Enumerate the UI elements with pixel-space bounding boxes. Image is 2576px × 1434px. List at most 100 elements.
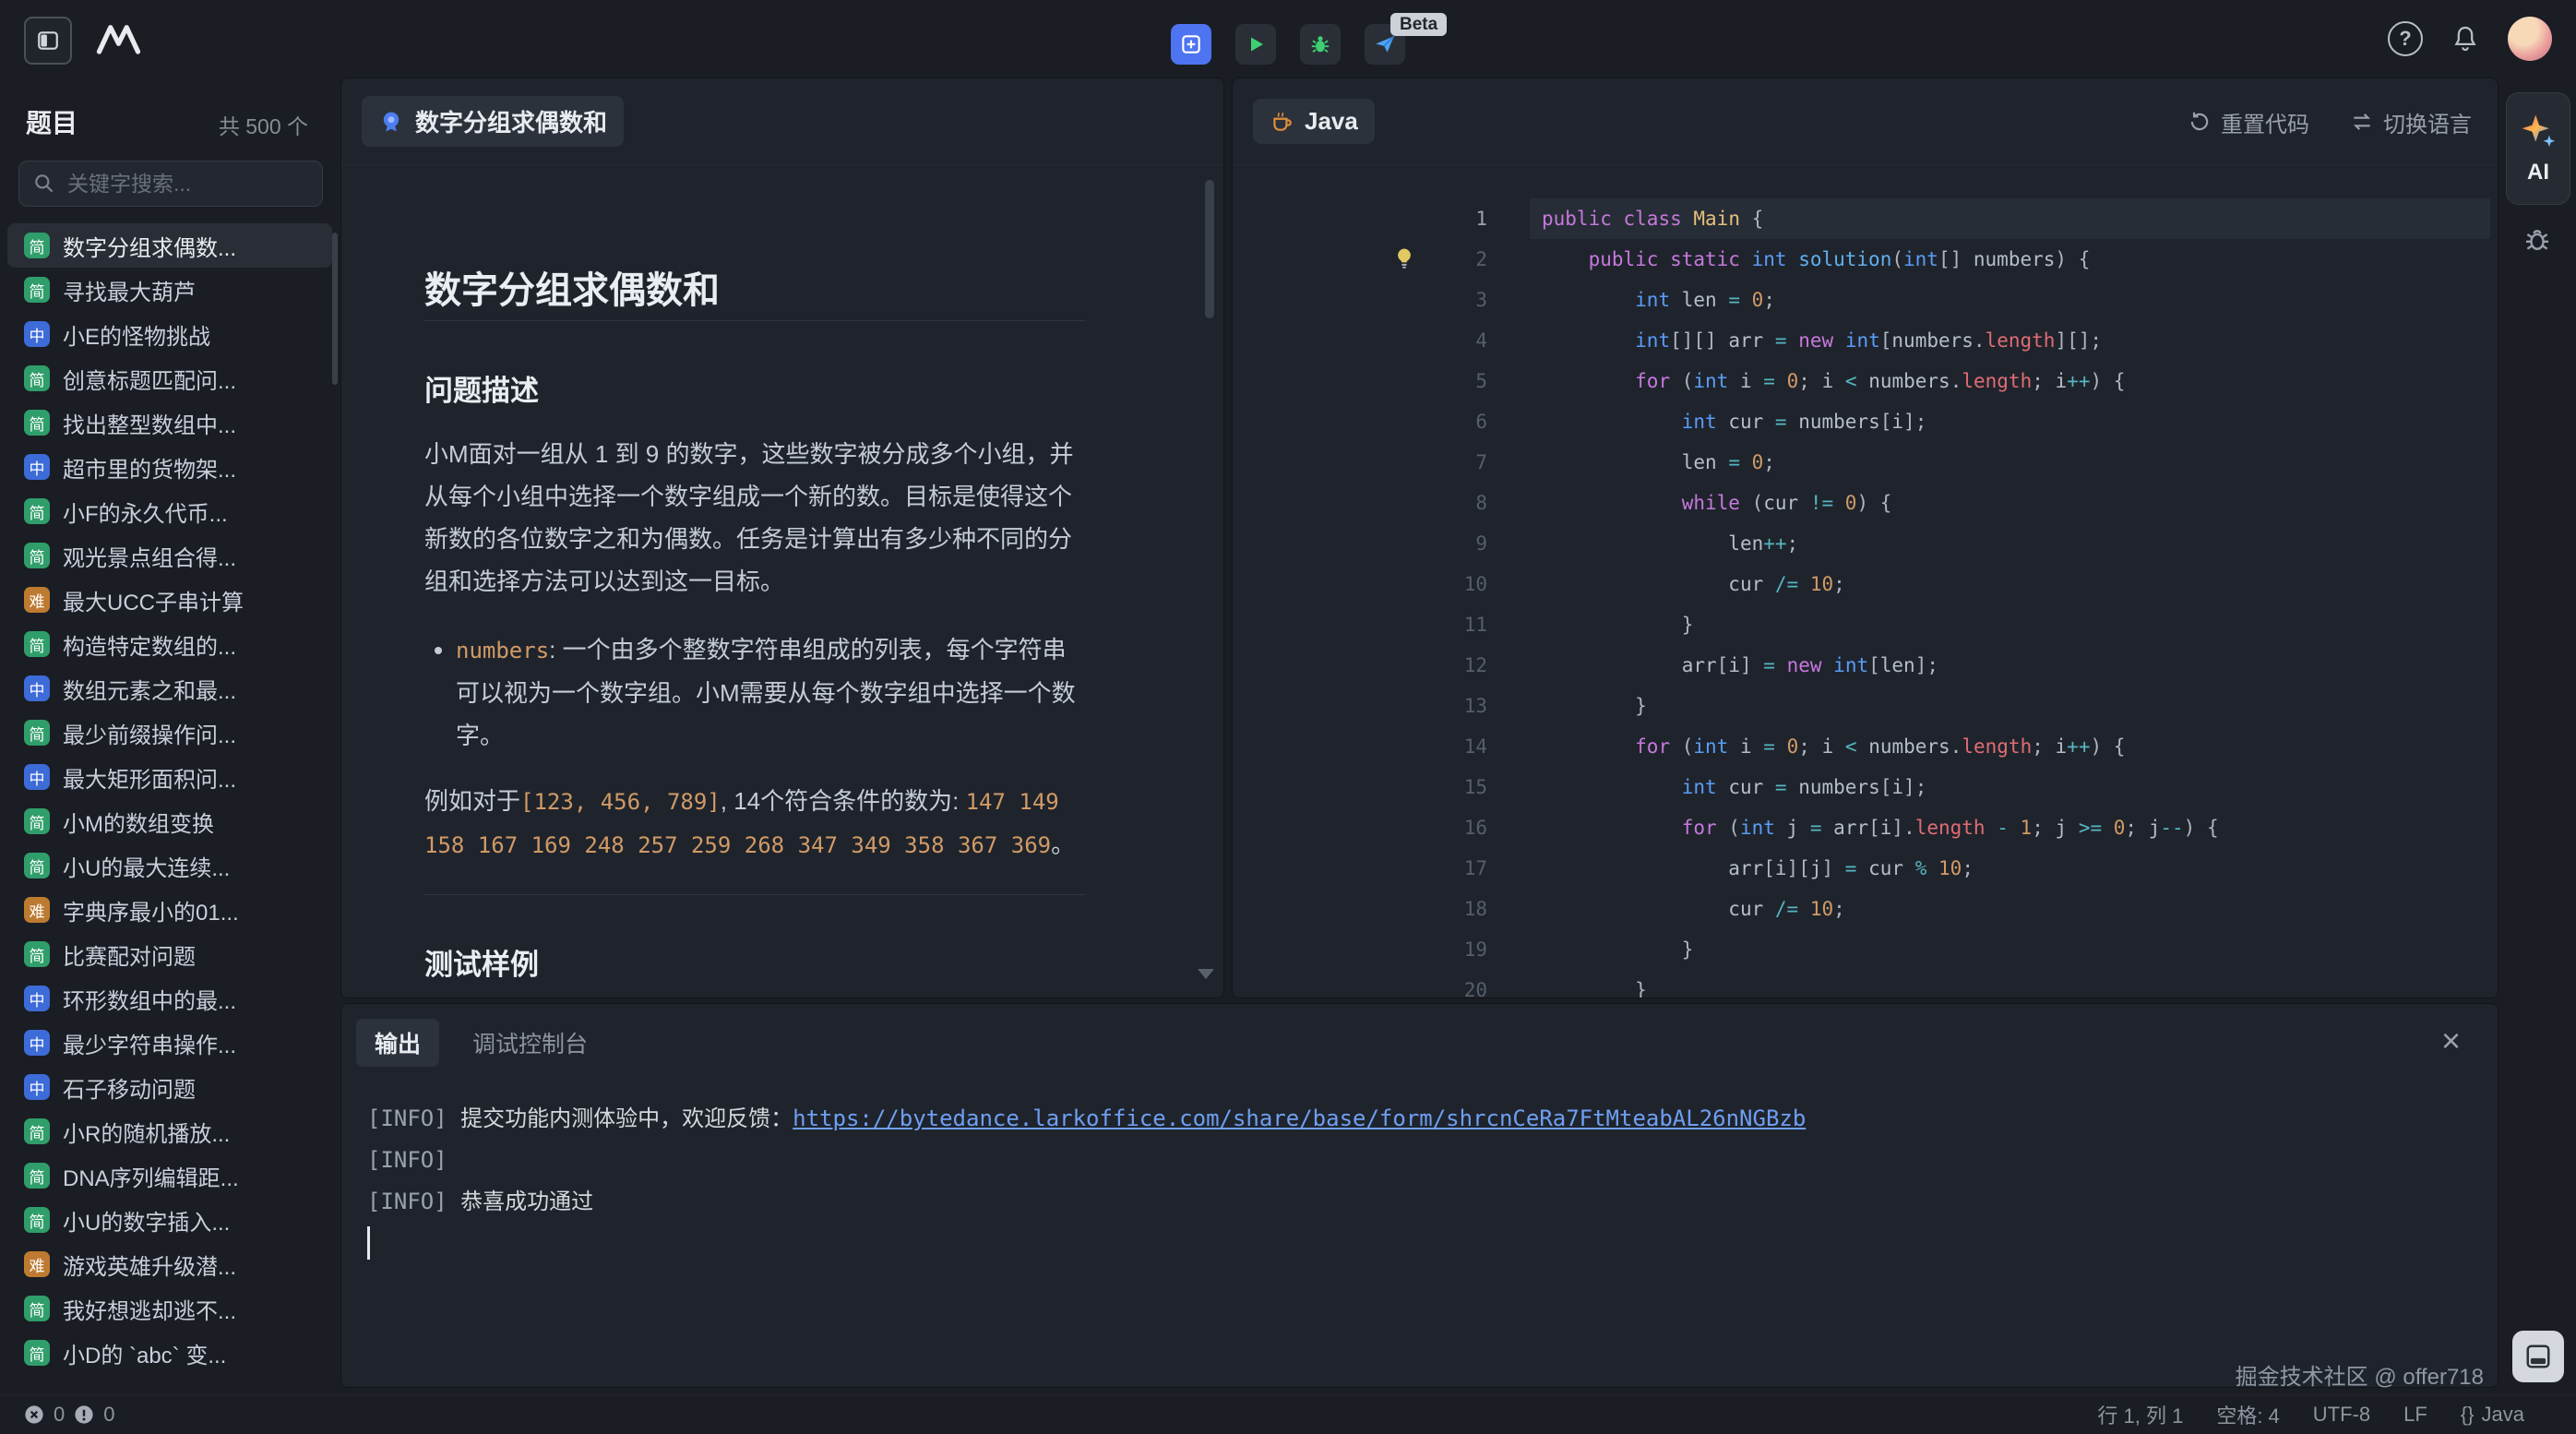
code-line[interactable]: 1public class Main { [1233,198,2498,239]
reset-icon [2188,110,2212,134]
problem-list-item[interactable]: 中 最大矩形面积问... [7,755,332,799]
description-paragraph: 小M面对一组从 1 到 9 的数字，这些数字被分成多个小组，并从每个小组中选择一… [424,433,1085,603]
eol[interactable]: LF [2403,1403,2427,1427]
sidebar-scrollbar[interactable] [332,233,338,385]
cursor-position[interactable]: 行 1, 列 1 [2097,1400,2183,1429]
language-mode-label: Java [2482,1403,2524,1427]
code-text: } [1542,604,1693,645]
problem-list-item[interactable]: 简 小R的随机播放... [7,1109,332,1153]
ai-assistant-button[interactable]: AI [2506,92,2570,205]
difficulty-badge: 简 [24,720,50,746]
problem-list-item[interactable]: 简 小U的最大连续... [7,843,332,888]
scroll-down-icon[interactable] [1198,969,1214,979]
problem-list-item[interactable]: 中 最少字符串操作... [7,1021,332,1065]
debug-button[interactable] [1300,24,1341,65]
beta-badge: Beta [1390,13,1447,36]
console-link[interactable]: https://bytedance.larkoffice.com/share/b… [793,1105,1806,1131]
debug-rail-icon[interactable] [2522,223,2553,255]
code-line[interactable]: 2 public static int solution(int[] numbe… [1233,239,2498,280]
tab-debug-console[interactable]: 调试控制台 [472,1026,588,1059]
indentation[interactable]: 空格: 4 [2216,1400,2279,1429]
problem-list-item[interactable]: 简 寻找最大葫芦 [7,268,332,312]
problem-list-item[interactable]: 难 字典序最小的01... [7,888,332,932]
code-line[interactable]: 11 } [1233,604,2498,645]
problem-list-item[interactable]: 简 小D的 `abc` 变... [7,1331,332,1375]
submit-button[interactable]: Beta [1365,24,1405,65]
problem-list-item[interactable]: 简 找出整型数组中... [7,400,332,445]
code-line[interactable]: 18 cur /= 10; [1233,889,2498,929]
difficulty-badge: 简 [24,1340,50,1366]
difficulty-badge: 简 [24,1118,50,1144]
close-icon[interactable]: × [2441,1024,2461,1058]
code-line[interactable]: 10 cur /= 10; [1233,564,2498,604]
switch-language-button[interactable]: 切换语言 [2350,106,2472,138]
problem-list-item[interactable]: 中 石子移动问题 [7,1065,332,1109]
problem-list-item[interactable]: 中 超市里的货物架... [7,445,332,489]
problems-indicator[interactable]: 0 0 [24,1403,115,1427]
problem-list-item[interactable]: 简 数字分组求偶数... [7,223,332,268]
problem-list-item[interactable]: 简 最少前缀操作问... [7,711,332,755]
problem-list-item[interactable]: 简 小F的永久代币... [7,489,332,533]
code-line[interactable]: 7 len = 0; [1233,442,2498,483]
problem-badge-icon [378,109,404,135]
code-line[interactable]: 13 } [1233,686,2498,726]
help-icon[interactable]: ? [2388,21,2423,56]
code-text: } [1542,929,1693,970]
notifications-bell-icon[interactable] [2451,24,2480,54]
problem-list-item[interactable]: 中 环形数组中的最... [7,976,332,1021]
code-text: for (int j = arr[i].length - 1; j >= 0; … [1542,807,2219,848]
search-input[interactable] [66,171,309,197]
code-line[interactable]: 20 } [1233,970,2498,998]
language-chip[interactable]: Java [1253,99,1375,144]
tab-output[interactable]: 输出 [356,1019,439,1067]
sidebar-toggle-button[interactable] [24,17,72,65]
code-line[interactable]: 4 int[][] arr = new int[numbers.length][… [1233,320,2498,361]
encoding[interactable]: UTF-8 [2313,1403,2370,1427]
line-number: 8 [1233,483,1487,523]
language-mode[interactable]: {} Java [2461,1403,2524,1427]
problem-list-item[interactable]: 简 观光景点组合得... [7,533,332,578]
user-avatar[interactable] [2508,17,2552,61]
code-line[interactable]: 6 int cur = numbers[i]; [1233,401,2498,442]
search-box[interactable] [18,161,323,207]
problem-scrollbar[interactable] [1205,180,1214,318]
run-button[interactable] [1235,24,1276,65]
code-line[interactable]: 12 arr[i] = new int[len]; [1233,645,2498,686]
code-text: arr[i][j] = cur % 10; [1542,848,1974,889]
topbar-right: ? [2388,0,2552,78]
code-line[interactable]: 5 for (int i = 0; i < numbers.length; i+… [1233,361,2498,401]
code-line[interactable]: 3 int len = 0; [1233,280,2498,320]
reset-code-button[interactable]: 重置代码 [2188,106,2309,138]
problem-list-item[interactable]: 简 小M的数组变换 [7,799,332,843]
code-line[interactable]: 8 while (cur != 0) { [1233,483,2498,523]
code-text: int cur = numbers[i]; [1542,401,1926,442]
reset-label: 重置代码 [2221,106,2309,138]
code-line[interactable]: 9 len++; [1233,523,2498,564]
problem-list-item[interactable]: 简 我好想逃却逃不... [7,1286,332,1331]
add-button[interactable] [1171,24,1211,65]
line-number: 19 [1233,929,1487,970]
code-line[interactable]: 16 for (int j = arr[i].length - 1; j >= … [1233,807,2498,848]
code-line[interactable]: 14 for (int i = 0; i < numbers.length; i… [1233,726,2498,767]
lightbulb-icon[interactable] [1391,245,1419,273]
problem-list-item[interactable]: 中 数组元素之和最... [7,666,332,711]
code-line[interactable]: 19 } [1233,929,2498,970]
problem-item-label: 数组元素之和最... [63,673,236,705]
problem-list-item[interactable]: 难 游戏英雄升级潜... [7,1242,332,1286]
problem-list: 简 数字分组求偶数... 简 寻找最大葫芦 中 小E的怪物挑战 简 创意标题匹配… [0,223,340,1395]
problem-list-item[interactable]: 简 比赛配对问题 [7,932,332,976]
problem-list-item[interactable]: 简 DNA序列编辑距... [7,1153,332,1198]
toggle-panel-button[interactable] [2512,1331,2564,1382]
watermark: 掘金技术社区 @ offer718 [2236,1358,2484,1391]
code-line[interactable]: 15 int cur = numbers[i]; [1233,767,2498,807]
problem-list-item[interactable]: 难 最大UCC子串计算 [7,578,332,622]
run-toolbar: Beta [1171,24,1405,65]
problem-list-item[interactable]: 简 创意标题匹配问... [7,356,332,400]
code-editor[interactable]: 1public class Main {2 public static int … [1233,165,2498,998]
code-line[interactable]: 17 arr[i][j] = cur % 10; [1233,848,2498,889]
problem-list-item[interactable]: 简 小U的数字插入... [7,1198,332,1242]
problem-list-item[interactable]: 中 小E的怪物挑战 [7,312,332,356]
code-text: arr[i] = new int[len]; [1542,645,1938,686]
problem-tab-chip[interactable]: 数字分组求偶数和 [362,96,624,147]
problem-list-item[interactable]: 简 构造特定数组的... [7,622,332,666]
